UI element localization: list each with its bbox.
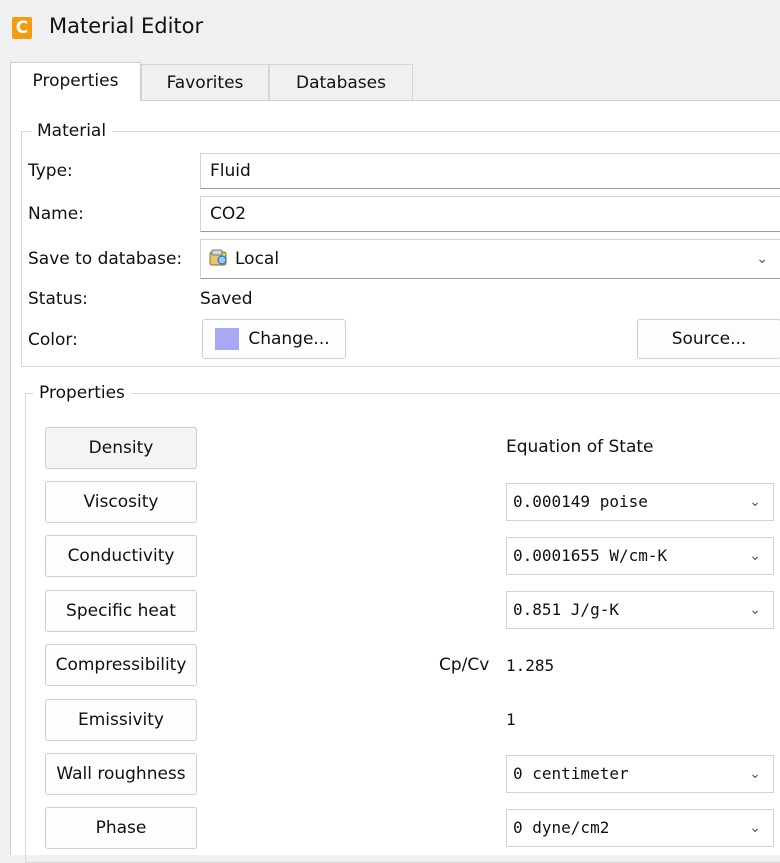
save-to-database-value: Local xyxy=(235,249,280,269)
color-swatch xyxy=(215,328,239,350)
database-icon xyxy=(209,249,227,266)
type-field[interactable]: Fluid xyxy=(200,153,780,189)
specific-heat-button[interactable]: Specific heat xyxy=(45,590,197,632)
density-value: Equation of State xyxy=(506,437,654,457)
emissivity-value: 1 xyxy=(506,710,516,729)
change-color-label: Change... xyxy=(248,329,330,349)
specific-heat-value: 0.851 J/g-K xyxy=(513,600,619,619)
viscosity-value: 0.000149 poise xyxy=(513,492,648,511)
status-label: Status: xyxy=(28,289,88,309)
window-title: Material Editor xyxy=(49,14,204,38)
save-to-database-label: Save to database: xyxy=(28,249,183,269)
chevron-down-icon: ⌄ xyxy=(749,548,761,564)
name-field[interactable]: CO2 xyxy=(200,196,780,232)
change-color-button[interactable]: Change... xyxy=(202,319,346,359)
specific-heat-select[interactable]: 0.851 J/g-K ⌄ xyxy=(506,591,774,629)
tab-favorites[interactable]: Favorites xyxy=(141,64,269,100)
tab-properties[interactable]: Properties xyxy=(10,62,141,101)
title-bar: C Material Editor xyxy=(0,0,780,56)
compressibility-value: 1.285 xyxy=(506,656,555,675)
material-group-legend: Material xyxy=(31,121,113,141)
viscosity-button[interactable]: Viscosity xyxy=(45,481,197,523)
wall-roughness-select[interactable]: 0 centimeter ⌄ xyxy=(506,755,774,793)
tab-databases[interactable]: Databases xyxy=(269,64,413,100)
properties-panel: Material Type: Fluid Name: CO2 Save to d… xyxy=(10,100,780,863)
compressibility-prefix: Cp/Cv xyxy=(439,655,490,675)
tab-strip: Properties Favorites Databases xyxy=(10,62,780,101)
status-value: Saved xyxy=(200,289,253,309)
properties-group-legend: Properties xyxy=(33,383,131,403)
chevron-down-icon: ⌄ xyxy=(749,820,761,836)
chevron-down-icon: ⌄ xyxy=(749,766,761,782)
wall-roughness-button[interactable]: Wall roughness xyxy=(45,753,197,795)
chevron-down-icon: ⌄ xyxy=(756,251,768,267)
app-logo-icon: C xyxy=(12,17,32,39)
emissivity-button[interactable]: Emissivity xyxy=(45,699,197,741)
name-label: Name: xyxy=(28,204,84,224)
conductivity-select[interactable]: 0.0001655 W/cm-K ⌄ xyxy=(506,537,774,575)
color-label: Color: xyxy=(28,330,78,350)
viscosity-select[interactable]: 0.000149 poise ⌄ xyxy=(506,483,774,521)
phase-button[interactable]: Phase xyxy=(45,807,197,849)
phase-select[interactable]: 0 dyne/cm2 ⌄ xyxy=(506,809,774,847)
compressibility-button[interactable]: Compressibility xyxy=(45,644,197,686)
wall-roughness-value: 0 centimeter xyxy=(513,764,629,783)
source-button[interactable]: Source... xyxy=(637,319,780,359)
save-to-database-select[interactable]: Local ⌄ xyxy=(200,239,780,279)
conductivity-button[interactable]: Conductivity xyxy=(45,535,197,577)
type-label: Type: xyxy=(28,161,73,181)
conductivity-value: 0.0001655 W/cm-K xyxy=(513,546,668,565)
chevron-down-icon: ⌄ xyxy=(749,602,761,618)
density-button[interactable]: Density xyxy=(45,427,197,469)
phase-value: 0 dyne/cm2 xyxy=(513,818,610,837)
chevron-down-icon: ⌄ xyxy=(749,494,761,510)
